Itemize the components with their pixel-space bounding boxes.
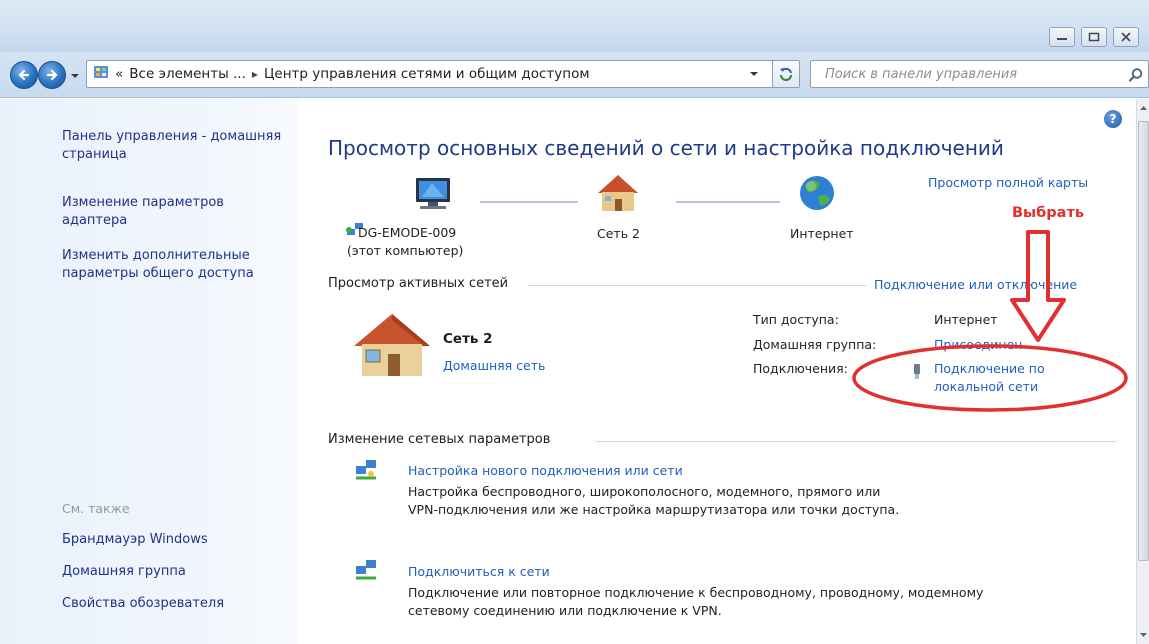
connect-to-network-link[interactable]: Подключиться к сети <box>408 564 550 579</box>
advanced-sharing-settings-link[interactable]: Изменить дополнительные параметры общего… <box>62 247 292 283</box>
access-type-label: Тип доступа: <box>753 312 839 327</box>
caption-buttons <box>1049 27 1139 47</box>
refresh-icon <box>780 67 792 81</box>
address-dropdown[interactable] <box>745 60 763 88</box>
connect-to-network-desc-2: сетевому соединению или подключение к VP… <box>408 603 722 618</box>
navigation-bar: « Все элементы ... ▸ Центр управления се… <box>0 52 1149 98</box>
help-icon: ? <box>1109 112 1117 126</box>
connections-label: Подключения: <box>753 361 848 376</box>
section-divider <box>596 441 1116 442</box>
computer-subtitle: (этот компьютер) <box>347 243 464 258</box>
refresh-button[interactable] <box>772 60 800 88</box>
setup-new-connection-desc-2: VPN-подключения или же настройка маршрут… <box>408 502 900 517</box>
address-overflow[interactable]: « <box>115 66 123 82</box>
setup-new-connection-link[interactable]: Настройка нового подключения или сети <box>408 463 683 478</box>
section-divider <box>528 285 866 286</box>
change-settings-heading: Изменение сетевых параметров <box>328 432 551 447</box>
vertical-scrollbar[interactable] <box>1136 99 1149 644</box>
left-navigation-pane: Панель управления - домашняя страница Из… <box>0 99 298 644</box>
local-area-connection-link-line2[interactable]: локальной сети <box>934 379 1038 394</box>
arrow-right-icon <box>46 69 58 81</box>
scroll-up-icon[interactable] <box>1139 103 1148 113</box>
search-input[interactable] <box>825 66 1115 82</box>
access-type-value: Интернет <box>934 312 998 327</box>
arrow-left-icon <box>18 69 30 81</box>
recent-pages-dropdown[interactable] <box>70 69 80 84</box>
scroll-thumb[interactable] <box>1138 121 1149 561</box>
window-title-bar <box>0 0 1149 52</box>
control-panel-icon <box>93 64 109 84</box>
annotation-label: Выбрать <box>1012 205 1085 221</box>
homegroup-label: Домашняя группа: <box>753 337 877 352</box>
breadcrumb-separator[interactable]: ▸ <box>252 67 258 81</box>
chevron-down-icon <box>71 74 79 78</box>
network-node-label: Сеть 2 <box>597 226 640 241</box>
setup-new-connection-desc: Настройка беспроводного, широкополосного… <box>408 484 881 499</box>
view-full-map-link[interactable]: Просмотр полной карты <box>928 175 1088 190</box>
internet-options-link[interactable]: Свойства обозревателя <box>62 595 292 613</box>
scroll-down-icon[interactable] <box>1139 630 1148 640</box>
network-type-link[interactable]: Домашняя сеть <box>443 358 545 373</box>
breadcrumb-network-center[interactable]: Центр управления сетями и общим доступом <box>264 66 590 82</box>
address-bar[interactable]: « Все элементы ... ▸ Центр управления се… <box>86 60 790 88</box>
minimize-button[interactable] <box>1049 27 1075 47</box>
local-area-connection-link[interactable]: Подключение по <box>934 361 1045 376</box>
breadcrumb-all-items[interactable]: Все элементы ... <box>129 66 246 82</box>
control-panel-home-link[interactable]: Панель управления - домашняя страница <box>62 128 292 164</box>
windows-firewall-link[interactable]: Брандмауэр Windows <box>62 531 292 549</box>
see-also-heading: См. также <box>62 501 130 516</box>
chevron-down-icon <box>750 72 758 76</box>
page-title: Просмотр основных сведений о сети и наст… <box>328 136 1004 160</box>
internet-node-label: Интернет <box>790 226 854 241</box>
back-button[interactable] <box>10 61 38 89</box>
help-button[interactable]: ? <box>1104 110 1122 128</box>
homegroup-value-link[interactable]: Присоединен <box>934 337 1022 352</box>
homegroup-link[interactable]: Домашняя группа <box>62 563 292 581</box>
change-adapter-settings-link[interactable]: Изменение параметров адаптера <box>62 194 292 230</box>
active-networks-heading: Просмотр активных сетей <box>328 276 509 291</box>
close-button[interactable] <box>1113 27 1139 47</box>
connect-to-network-desc: Подключение или повторное подключение к … <box>408 585 984 600</box>
close-icon <box>1121 32 1131 42</box>
minimize-icon <box>1057 38 1067 40</box>
maximize-button[interactable] <box>1081 27 1107 47</box>
active-network-name: Сеть 2 <box>443 331 493 347</box>
connect-disconnect-link[interactable]: Подключение или отключение <box>874 277 1077 292</box>
search-box[interactable] <box>810 60 1149 88</box>
maximize-icon <box>1088 32 1100 42</box>
computer-name: DG-EMODE-009 <box>358 225 457 240</box>
search-icon[interactable] <box>1128 67 1144 87</box>
forward-button[interactable] <box>38 61 66 89</box>
